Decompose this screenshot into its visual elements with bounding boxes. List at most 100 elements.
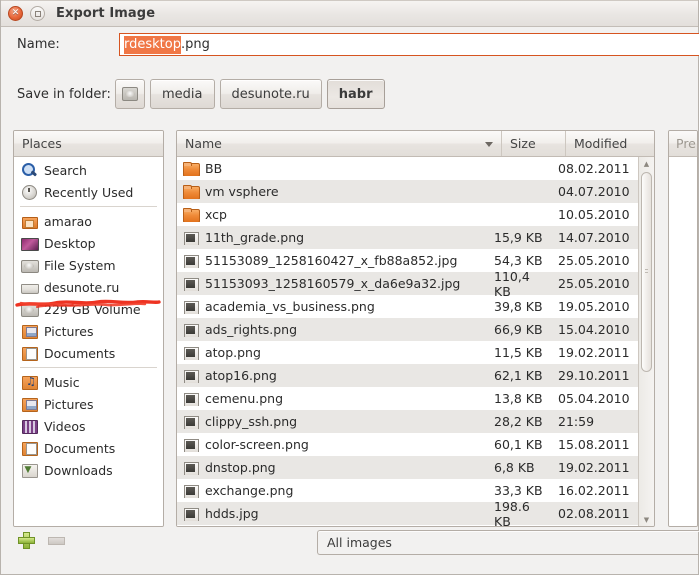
pictures-folder-icon bbox=[21, 396, 38, 412]
table-row[interactable]: 51153093_1258160579_x_da6e9a32.jpg110,4 … bbox=[177, 272, 638, 295]
folder-icon bbox=[183, 162, 199, 176]
sidebar-item-label: Music bbox=[44, 375, 80, 390]
table-row[interactable]: color-screen.png60,1 KB15.08.2011 bbox=[177, 433, 638, 456]
file-list-pane: Name Size Modified BB08.02.2011vm vspher… bbox=[176, 130, 655, 527]
file-rows-container[interactable]: BB08.02.2011vm vsphere04.07.2010xcp10.05… bbox=[177, 157, 638, 526]
file-modified-cell: 16.02.2011 bbox=[550, 483, 638, 498]
sidebar-item-documents[interactable]: Documents bbox=[14, 437, 163, 459]
column-header-size[interactable]: Size bbox=[502, 131, 566, 156]
file-size-cell: 54,3 KB bbox=[486, 253, 550, 268]
file-name-cell: ads_rights.png bbox=[177, 322, 486, 337]
path-breadcrumb: media desunote.ru habr bbox=[115, 79, 385, 109]
path-button-habr[interactable]: habr bbox=[327, 79, 385, 109]
file-name-cell: cemenu.png bbox=[177, 391, 486, 406]
file-name-cell: atop.png bbox=[177, 345, 486, 360]
sidebar-item-downloads[interactable]: Downloads bbox=[14, 459, 163, 481]
sidebar-item-229-gb-volume[interactable]: 229 GB Volume bbox=[14, 298, 163, 320]
panes-container: Places Search Recently Used amarao DesktopF… bbox=[13, 130, 698, 527]
table-row[interactable]: ads_rights.png66,9 KB15.04.2010 bbox=[177, 318, 638, 341]
table-row[interactable]: cemenu.png13,8 KB05.04.2010 bbox=[177, 387, 638, 410]
scroll-down-icon[interactable]: ▼ bbox=[639, 513, 654, 526]
table-row[interactable]: atop.png11,5 KB19.02.2011 bbox=[177, 341, 638, 364]
path-button-drive[interactable] bbox=[115, 79, 145, 109]
pictures-folder-icon bbox=[21, 323, 38, 339]
file-size-cell: 28,2 KB bbox=[486, 414, 550, 429]
file-size-cell: 13,8 KB bbox=[486, 391, 550, 406]
column-header-modified[interactable]: Modified bbox=[566, 131, 654, 156]
sidebar-item-recently-used[interactable]: Recently Used bbox=[14, 181, 163, 203]
places-list[interactable]: Search Recently Used amarao DesktopFile Sys… bbox=[14, 157, 163, 526]
file-name-label: vm vsphere bbox=[205, 184, 279, 199]
file-modified-cell: 14.07.2010 bbox=[550, 230, 638, 245]
sidebar-item-amarao[interactable]: amarao bbox=[14, 210, 163, 232]
table-row[interactable]: BB08.02.2011 bbox=[177, 157, 638, 180]
table-row[interactable]: clippy_ssh.png 28,2 KB21:59 bbox=[177, 410, 638, 433]
table-row[interactable]: vm vsphere04.07.2010 bbox=[177, 180, 638, 203]
table-row[interactable]: academia_vs_business.png39,8 KB19.05.201… bbox=[177, 295, 638, 318]
file-modified-cell: 25.05.2010 bbox=[550, 253, 638, 268]
sidebar-item-pictures[interactable]: Pictures bbox=[14, 393, 163, 415]
plus-icon[interactable] bbox=[18, 532, 35, 549]
file-list-scrollbar[interactable]: ▲ ▼ bbox=[638, 157, 654, 526]
sort-descending-icon bbox=[485, 142, 493, 147]
sidebar-item-label: amarao bbox=[44, 214, 92, 229]
export-image-dialog: ✕ Export Image Name: rdesktop.png Save i… bbox=[0, 0, 699, 575]
close-icon[interactable]: ✕ bbox=[8, 6, 23, 21]
column-header-name-label: Name bbox=[185, 136, 222, 151]
sidebar-item-documents[interactable]: Documents bbox=[14, 342, 163, 364]
sidebar-item-pictures[interactable]: Pictures bbox=[14, 320, 163, 342]
file-name-cell: atop16.png bbox=[177, 368, 486, 383]
sidebar-item-label: Search bbox=[44, 163, 87, 178]
sidebar-item-videos[interactable]: Videos bbox=[14, 415, 163, 437]
file-modified-cell: 29.10.2011 bbox=[550, 368, 638, 383]
places-header: Places bbox=[14, 131, 163, 157]
image-icon bbox=[183, 438, 199, 452]
path-button-media[interactable]: media bbox=[150, 79, 215, 109]
sidebar-item-search[interactable]: Search bbox=[14, 159, 163, 181]
documents-folder-icon bbox=[21, 440, 38, 456]
table-row[interactable]: xcp10.05.2010 bbox=[177, 203, 638, 226]
bookmark-controls bbox=[18, 532, 65, 549]
folder-icon bbox=[183, 208, 199, 222]
image-icon bbox=[183, 254, 199, 268]
file-modified-cell: 21:59 bbox=[550, 414, 638, 429]
file-list-header: Name Size Modified bbox=[177, 131, 654, 157]
table-row[interactable]: hdds.jpg198.6 KB02.08.2011 bbox=[177, 502, 638, 525]
file-name-label: atop.png bbox=[205, 345, 261, 360]
image-icon bbox=[183, 507, 199, 521]
file-type-filter-combo[interactable]: All images bbox=[317, 530, 699, 555]
sidebar-item-file-system[interactable]: File System bbox=[14, 254, 163, 276]
preview-header: Pre bbox=[669, 131, 697, 157]
column-header-name[interactable]: Name bbox=[177, 131, 502, 156]
file-name-cell: 11th_grade.png bbox=[177, 230, 486, 245]
sidebar-item-desunote-ru[interactable]: desunote.ru bbox=[14, 276, 163, 298]
file-name-label: exchange.png bbox=[205, 483, 293, 498]
sidebar-item-music[interactable]: Music bbox=[14, 371, 163, 393]
table-row[interactable]: exchange.png33,3 KB16.02.2011 bbox=[177, 479, 638, 502]
table-row[interactable]: dnstop.png6,8 KB19.02.2011 bbox=[177, 456, 638, 479]
sidebar-item-label: Documents bbox=[44, 346, 115, 361]
videos-folder-icon bbox=[21, 418, 38, 434]
table-row[interactable]: 11th_grade.png15,9 KB14.07.2010 bbox=[177, 226, 638, 249]
image-icon bbox=[183, 277, 199, 291]
sidebar-item-label: Recently Used bbox=[44, 185, 133, 200]
scrollbar-thumb[interactable] bbox=[641, 172, 652, 372]
music-folder-icon bbox=[21, 374, 38, 390]
maximize-icon[interactable] bbox=[30, 6, 45, 21]
sidebar-item-desktop[interactable]: Desktop bbox=[14, 232, 163, 254]
filename-extension-text: .png bbox=[181, 37, 210, 52]
table-row[interactable]: atop16.png62,1 KB29.10.2011 bbox=[177, 364, 638, 387]
file-modified-cell: 19.02.2011 bbox=[550, 345, 638, 360]
scroll-up-icon[interactable]: ▲ bbox=[639, 157, 654, 170]
table-row[interactable]: 51153089_1258160427_x_fb88a852.jpg54,3 K… bbox=[177, 249, 638, 272]
file-modified-cell: 15.08.2011 bbox=[550, 437, 638, 452]
file-name-cell: dnstop.png bbox=[177, 460, 486, 475]
file-name-label: clippy_ssh.png bbox=[205, 414, 297, 429]
filename-input[interactable]: rdesktop.png bbox=[119, 33, 699, 56]
file-name-cell: 51153089_1258160427_x_fb88a852.jpg bbox=[177, 253, 486, 268]
name-row: Name: rdesktop.png bbox=[1, 27, 698, 62]
file-name-cell: hdds.jpg bbox=[177, 506, 486, 521]
minus-icon[interactable] bbox=[48, 537, 65, 545]
path-button-desunote-ru[interactable]: desunote.ru bbox=[220, 79, 322, 109]
file-modified-cell: 10.05.2010 bbox=[550, 207, 638, 222]
